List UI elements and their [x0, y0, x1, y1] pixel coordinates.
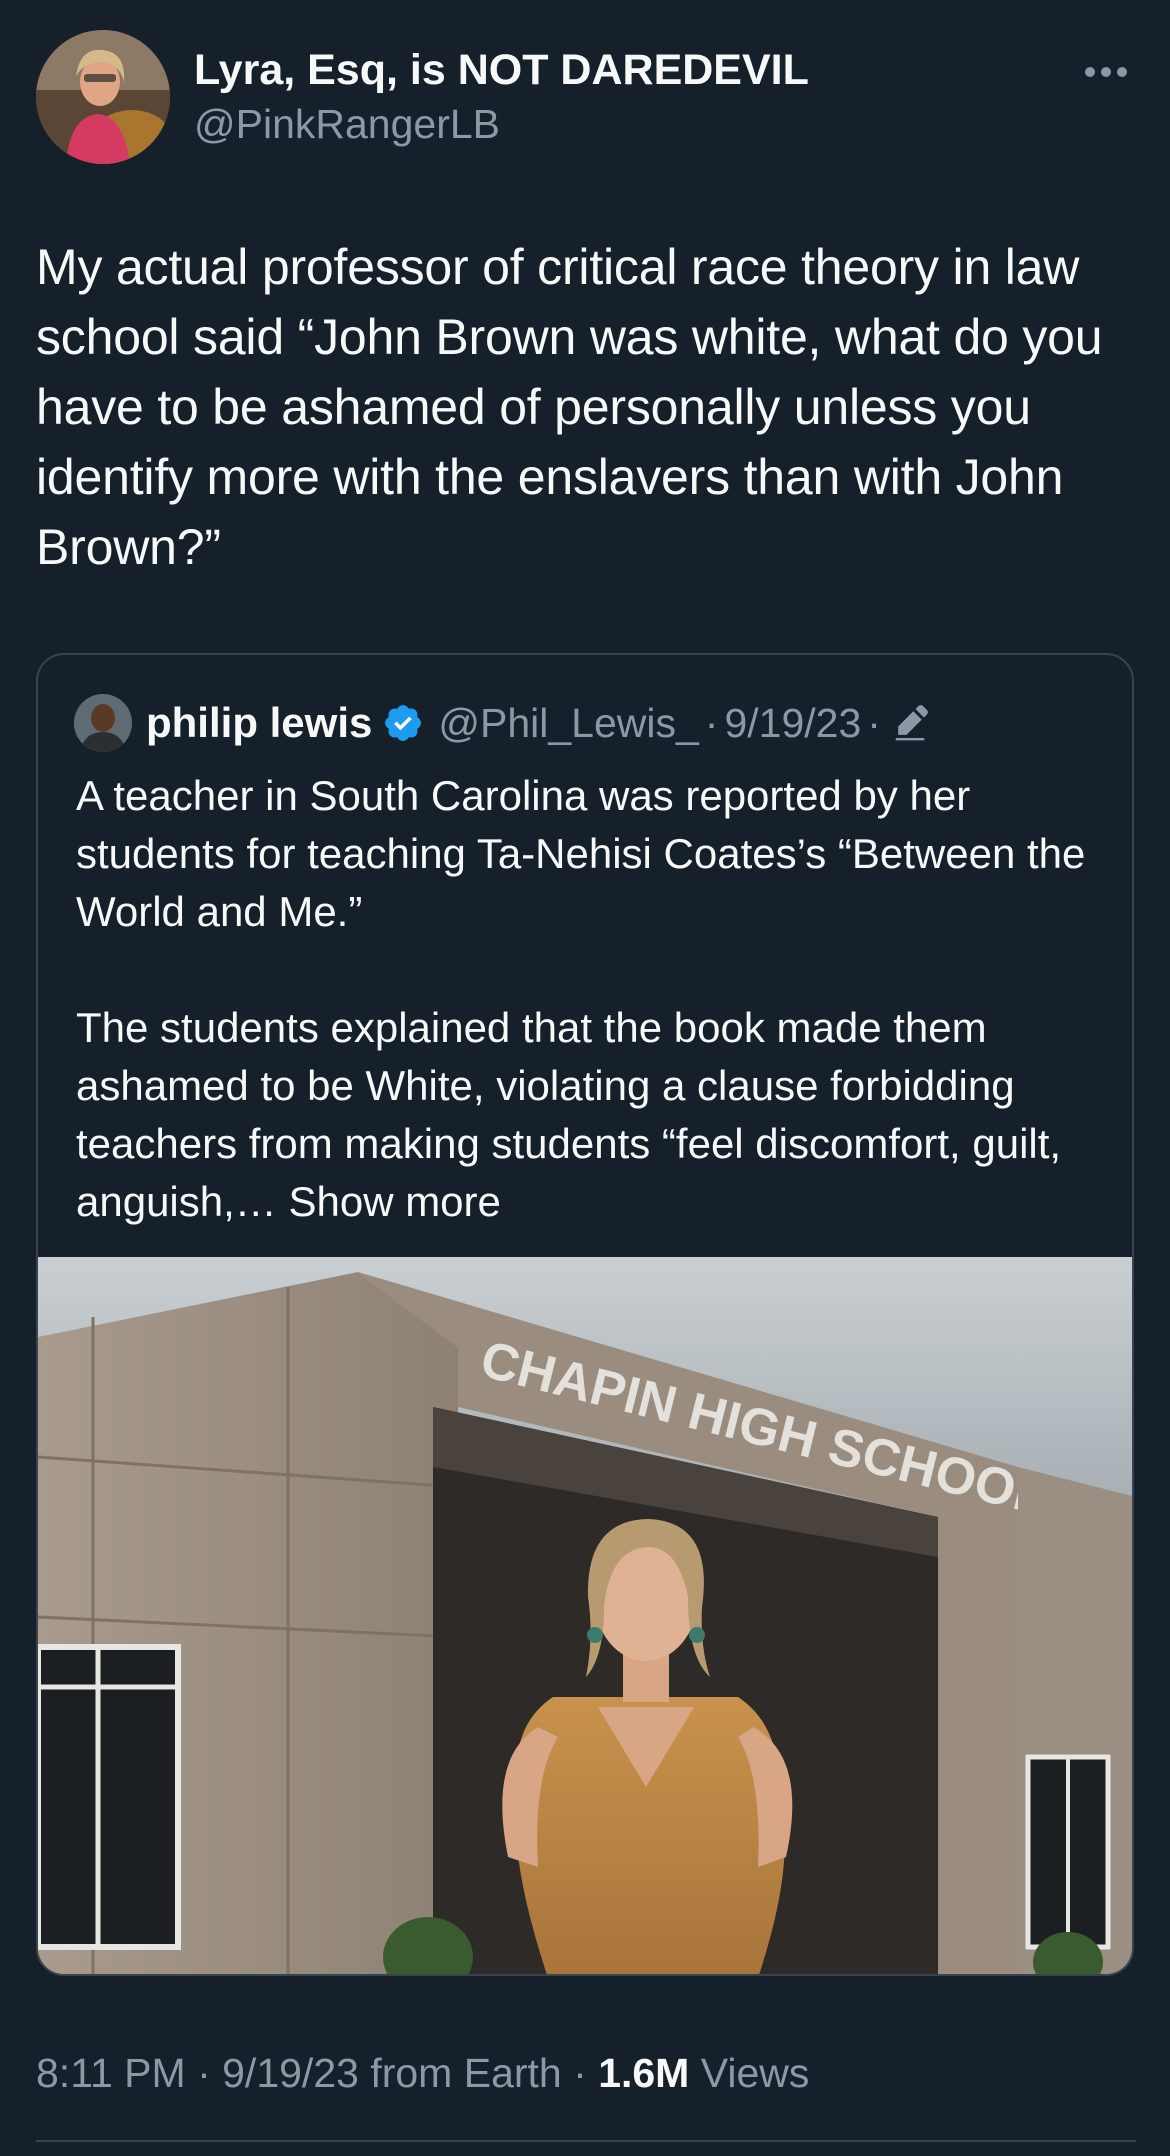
more-dots-icon	[1085, 67, 1127, 77]
meta-separator: ·	[573, 2050, 587, 2096]
author-handle[interactable]: @PinkRangerLB	[194, 98, 809, 150]
quoted-paragraph-2: The students explained that the book mad…	[76, 999, 1106, 1231]
quoted-author-avatar	[74, 694, 132, 752]
quoted-profile-photo-icon	[74, 694, 132, 752]
tweet-source: from Earth	[370, 2050, 562, 2096]
verified-badge-icon	[382, 702, 424, 744]
meta-separator: ·	[704, 699, 719, 746]
quoted-tweet-text: A teacher in South Carolina was reported…	[76, 767, 1106, 1231]
show-more-link[interactable]: Show more	[288, 1178, 500, 1225]
meta-separator: ·	[197, 2050, 211, 2096]
quoted-author-handle: @Phil_Lewis_	[438, 699, 699, 746]
views-count[interactable]: 1.6M	[598, 2050, 689, 2096]
divider	[36, 2140, 1136, 2142]
author-names: Lyra, Esq, is NOT DAREDEVIL @PinkRangerL…	[194, 42, 809, 150]
views-label[interactable]: Views	[701, 2050, 810, 2096]
quoted-paragraph-1: A teacher in South Carolina was reported…	[76, 772, 1086, 935]
tweet-detail: Lyra, Esq, is NOT DAREDEVIL @PinkRangerL…	[0, 0, 1170, 2156]
quoted-tweet-date: 9/19/23	[724, 699, 862, 746]
author-avatar[interactable]	[36, 30, 170, 164]
profile-photo-icon	[36, 30, 170, 164]
tweet-body-text: My actual professor of critical race the…	[36, 239, 1103, 575]
edit-pencil-icon	[891, 704, 929, 742]
tweet-time[interactable]: 8:11 PM	[36, 2050, 186, 2096]
quoted-paragraph-2-text: The students explained that the book mad…	[76, 1004, 1062, 1225]
tweet-date[interactable]: 9/19/23	[222, 2050, 359, 2096]
author-header: Lyra, Esq, is NOT DAREDEVIL @PinkRangerL…	[36, 30, 1136, 164]
more-options-button[interactable]	[1076, 52, 1136, 92]
quoted-tweet-header: philip lewis @Phil_Lewis_ · 9/19/23 ·	[74, 691, 929, 755]
quoted-tweet-card[interactable]: philip lewis @Phil_Lewis_ · 9/19/23 · A …	[36, 653, 1134, 1976]
quoted-author-name: philip lewis	[146, 699, 373, 746]
meta-separator: ·	[867, 699, 881, 746]
school-photo-image: CHAPIN HIGH SCHOOL	[38, 1257, 1132, 1974]
quoted-tweet-photo[interactable]: CHAPIN HIGH SCHOOL	[38, 1257, 1132, 1974]
author-display-name[interactable]: Lyra, Esq, is NOT DAREDEVIL	[194, 42, 809, 98]
tweet-footer-meta: 8:11 PM · 9/19/23 from Earth · 1.6M View…	[36, 2040, 809, 2106]
